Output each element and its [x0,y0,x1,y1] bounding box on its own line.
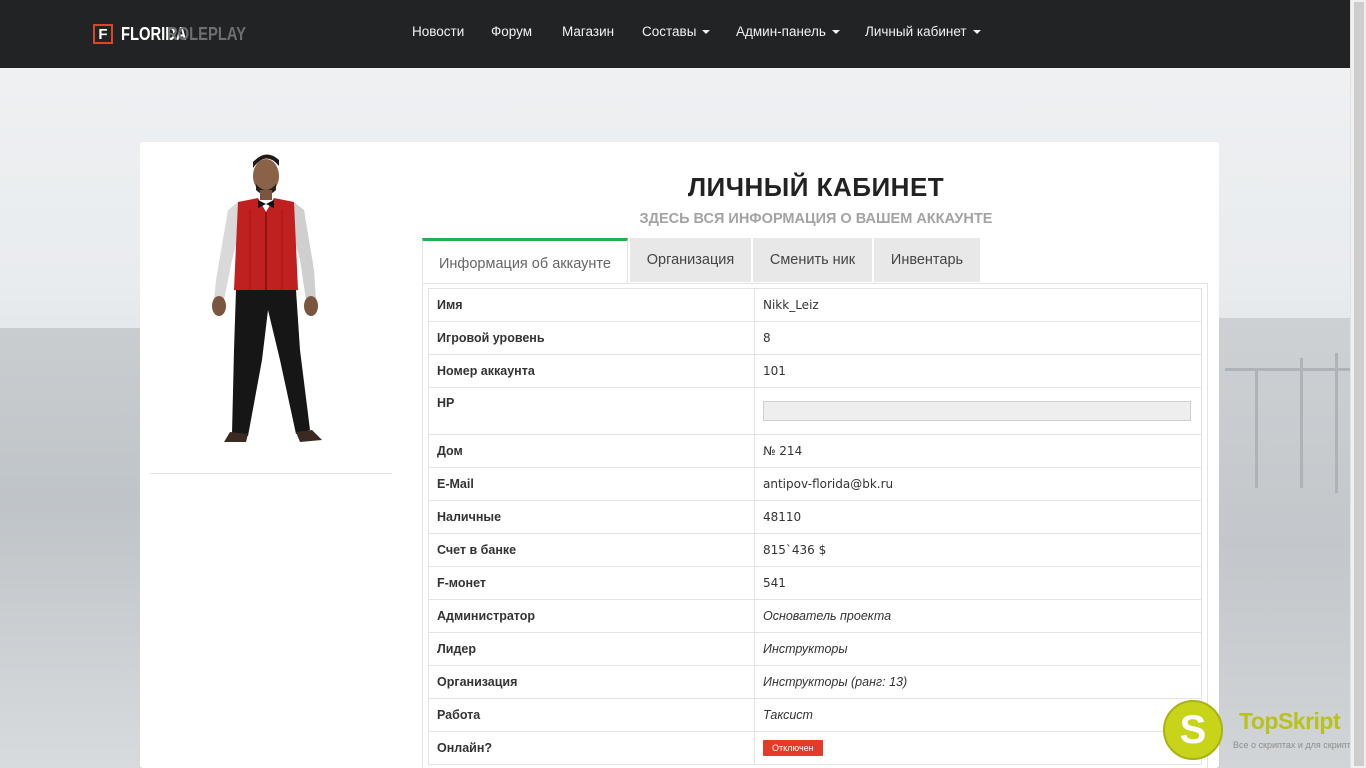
row-key-leader: Лидер [428,632,755,666]
table-row: Работа Таксист [428,698,1202,732]
brand-suffix: ROLEPLAY [167,23,247,44]
nav-admin-label: Админ-панель [736,24,826,39]
logo-mark: F [93,24,113,44]
row-key-hp: HP [428,387,755,435]
caret-down-icon [702,30,711,35]
watermark-name: TopSkript [1239,708,1341,734]
table-row: HP [428,387,1202,435]
table-row: F-монет 541 [428,566,1202,600]
nav-forum[interactable]: Форум [491,24,532,39]
row-value-name: Nikk_Leiz [754,288,1202,322]
table-row: Организация Инструкторы (ранг: 13) [428,665,1202,699]
row-value-level: 8 [754,321,1202,355]
row-key-organization: Организация [428,665,755,699]
bridge-beam [1225,368,1350,371]
watermark-logo-icon: S [1163,700,1223,760]
row-key-f-coins: F-монет [428,566,755,600]
tab-organization[interactable]: Организация [630,238,751,282]
caret-down-icon [831,30,840,35]
table-row: Лидер Инструкторы [428,632,1202,666]
row-value-f-coins: 541 [754,566,1202,600]
top-navbar: F FLORIDA ROLEPLAY Новости Форум Магазин… [0,0,1350,68]
nav-news-label: Новости [412,24,465,39]
table-row: Наличные 48110 [428,500,1202,534]
avatar-divider [150,473,392,474]
row-value-cash: 48110 [754,500,1202,534]
row-value-email: antipov-florida@bk.ru [754,467,1202,501]
row-key-online: Онлайн? [428,731,755,765]
row-key-level: Игровой уровень [428,321,755,355]
row-key-bank: Счет в банке [428,533,755,567]
tab-account-info-label: Информация об аккаунте [439,255,611,272]
row-key-email: E-Mail [428,467,755,501]
table-row: Администратор Основатель проекта [428,599,1202,633]
background-left-scene [0,328,140,768]
tab-change-nick[interactable]: Сменить ник [753,238,872,282]
bridge-pillar [1335,353,1338,493]
brand-logo[interactable]: F FLORIDA ROLEPLAY [93,22,263,46]
row-value-house: № 214 [754,434,1202,468]
nav-cabinet-dropdown[interactable]: Личный кабинет [865,24,981,39]
nav-shop[interactable]: Магазин [562,24,614,39]
watermark-tagline: Все о скриптах и для скриптов [1233,740,1350,750]
hp-progress-bar [763,401,1191,421]
row-key-house: Дом [428,434,755,468]
row-key-cash: Наличные [428,500,755,534]
row-key-account-number: Номер аккаунта [428,354,755,388]
tab-inventory-label: Инвентарь [890,252,964,268]
status-badge: Отключен [763,740,823,756]
table-row: Номер аккаунта 101 [428,354,1202,388]
scrollbar-thumb[interactable] [1354,2,1364,766]
tab-inventory[interactable]: Инвентарь [874,238,980,282]
nav-admin-dropdown[interactable]: Админ-панель [736,24,840,39]
tab-account-info[interactable]: Информация об аккаунте [422,238,628,284]
bridge-pillar [1300,358,1303,488]
character-figure-icon [212,154,322,442]
character-skin-image [150,150,392,460]
row-value-bank: 815`436 $ [754,533,1202,567]
page-subtitle: ЗДЕСЬ ВСЯ ИНФОРМАЦИЯ О ВАШЕМ АККАУНТЕ [639,211,993,227]
row-key-job: Работа [428,698,755,732]
row-value-leader: Инструкторы [754,632,1202,666]
nav-shop-label: Магазин [562,24,615,39]
bridge-pillar [1255,368,1258,488]
table-row: Имя Nikk_Leiz [428,288,1202,322]
page-title: ЛИЧНЫЙ КАБИНЕТ [687,172,945,202]
topskript-watermark: S TopSkript Все о скриптах и для скрипто… [1163,700,1350,764]
table-row: Дом № 214 [428,434,1202,468]
tab-organization-label: Организация [646,252,735,268]
row-value-job: Таксист [754,698,1202,732]
nav-rosters-dropdown[interactable]: Составы [642,24,711,39]
page-scrollbar[interactable] [1350,0,1366,768]
row-value-hp [754,387,1202,435]
table-row: E-Mail antipov-florida@bk.ru [428,467,1202,501]
row-value-online: Отключен [754,731,1202,765]
table-row: Счет в банке 815`436 $ [428,533,1202,567]
row-value-organization: Инструкторы (ранг: 13) [754,665,1202,699]
row-value-account-number: 101 [754,354,1202,388]
nav-cabinet-label: Личный кабинет [865,24,967,39]
nav-rosters-label: Составы [642,24,697,39]
table-row: Онлайн? Отключен [428,731,1202,765]
caret-down-icon [972,30,981,35]
nav-forum-label: Форум [491,24,533,39]
row-key-name: Имя [428,288,755,322]
nav-news[interactable]: Новости [412,24,464,39]
row-key-admin: Администратор [428,599,755,633]
row-value-admin: Основатель проекта [754,599,1202,633]
account-info-table: Имя Nikk_Leiz Игровой уровень 8 Номер ак… [428,288,1202,765]
table-row: Игровой уровень 8 [428,321,1202,355]
tab-change-nick-label: Сменить ник [769,252,856,268]
